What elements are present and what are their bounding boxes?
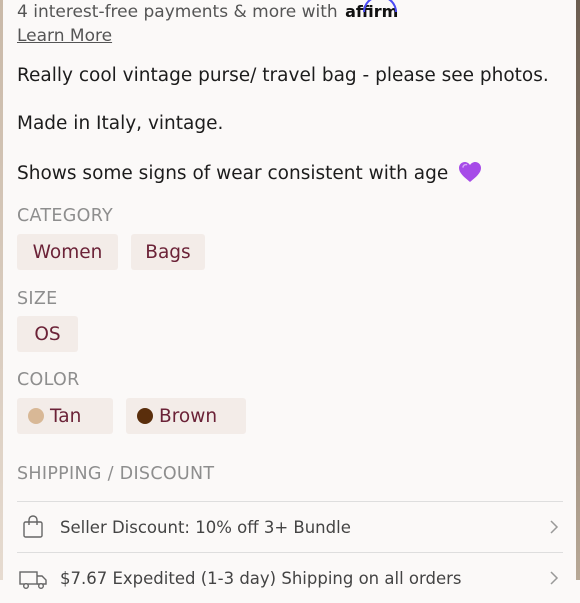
color-chip-brown[interactable]: Brown <box>126 398 246 434</box>
shipping-label: SHIPPING / DISCOUNT <box>17 464 215 484</box>
description-line-1: Really cool vintage purse/ travel bag - … <box>17 65 549 86</box>
shipping-offer-row[interactable]: $7.67 Expedited (1-3 day) Shipping on al… <box>17 553 563 603</box>
color-chip-tan-label: Tan <box>50 405 82 427</box>
affirm-promo: 4 interest-free payments & more with aff… <box>17 0 398 22</box>
description-line-3: Shows some signs of wear consistent with… <box>17 161 482 184</box>
learn-more-link[interactable]: Learn More <box>17 26 112 46</box>
affirm-logo: affirm <box>345 0 398 21</box>
truck-icon <box>19 571 47 590</box>
description-line-3-text: Shows some signs of wear consistent with… <box>17 163 449 184</box>
category-chip-women[interactable]: Women <box>17 234 118 270</box>
purple-heart-icon <box>459 162 482 182</box>
affirm-arc-icon <box>363 0 398 12</box>
left-edge <box>0 0 3 580</box>
description-line-2: Made in Italy, vintage. <box>17 113 224 134</box>
brown-swatch-icon <box>137 408 153 424</box>
category-label: CATEGORY <box>17 206 114 226</box>
category-chip-bags[interactable]: Bags <box>131 234 205 270</box>
shipping-offer-text: $7.67 Expedited (1-3 day) Shipping on al… <box>60 568 462 588</box>
affirm-promo-text: 4 interest-free payments & more with <box>17 2 338 22</box>
chevron-right-icon <box>550 520 559 534</box>
seller-discount-row[interactable]: Seller Discount: 10% off 3+ Bundle <box>17 502 563 552</box>
shopping-bag-icon <box>23 515 43 538</box>
color-chip-tan[interactable]: Tan <box>17 398 113 434</box>
size-chip-os[interactable]: OS <box>17 316 78 352</box>
seller-discount-text: Seller Discount: 10% off 3+ Bundle <box>60 517 351 537</box>
right-edge <box>576 0 580 580</box>
size-label: SIZE <box>17 289 58 309</box>
tan-swatch-icon <box>28 408 44 424</box>
color-label: COLOR <box>17 370 80 390</box>
chevron-right-icon <box>550 571 559 585</box>
color-chip-brown-label: Brown <box>159 405 218 427</box>
